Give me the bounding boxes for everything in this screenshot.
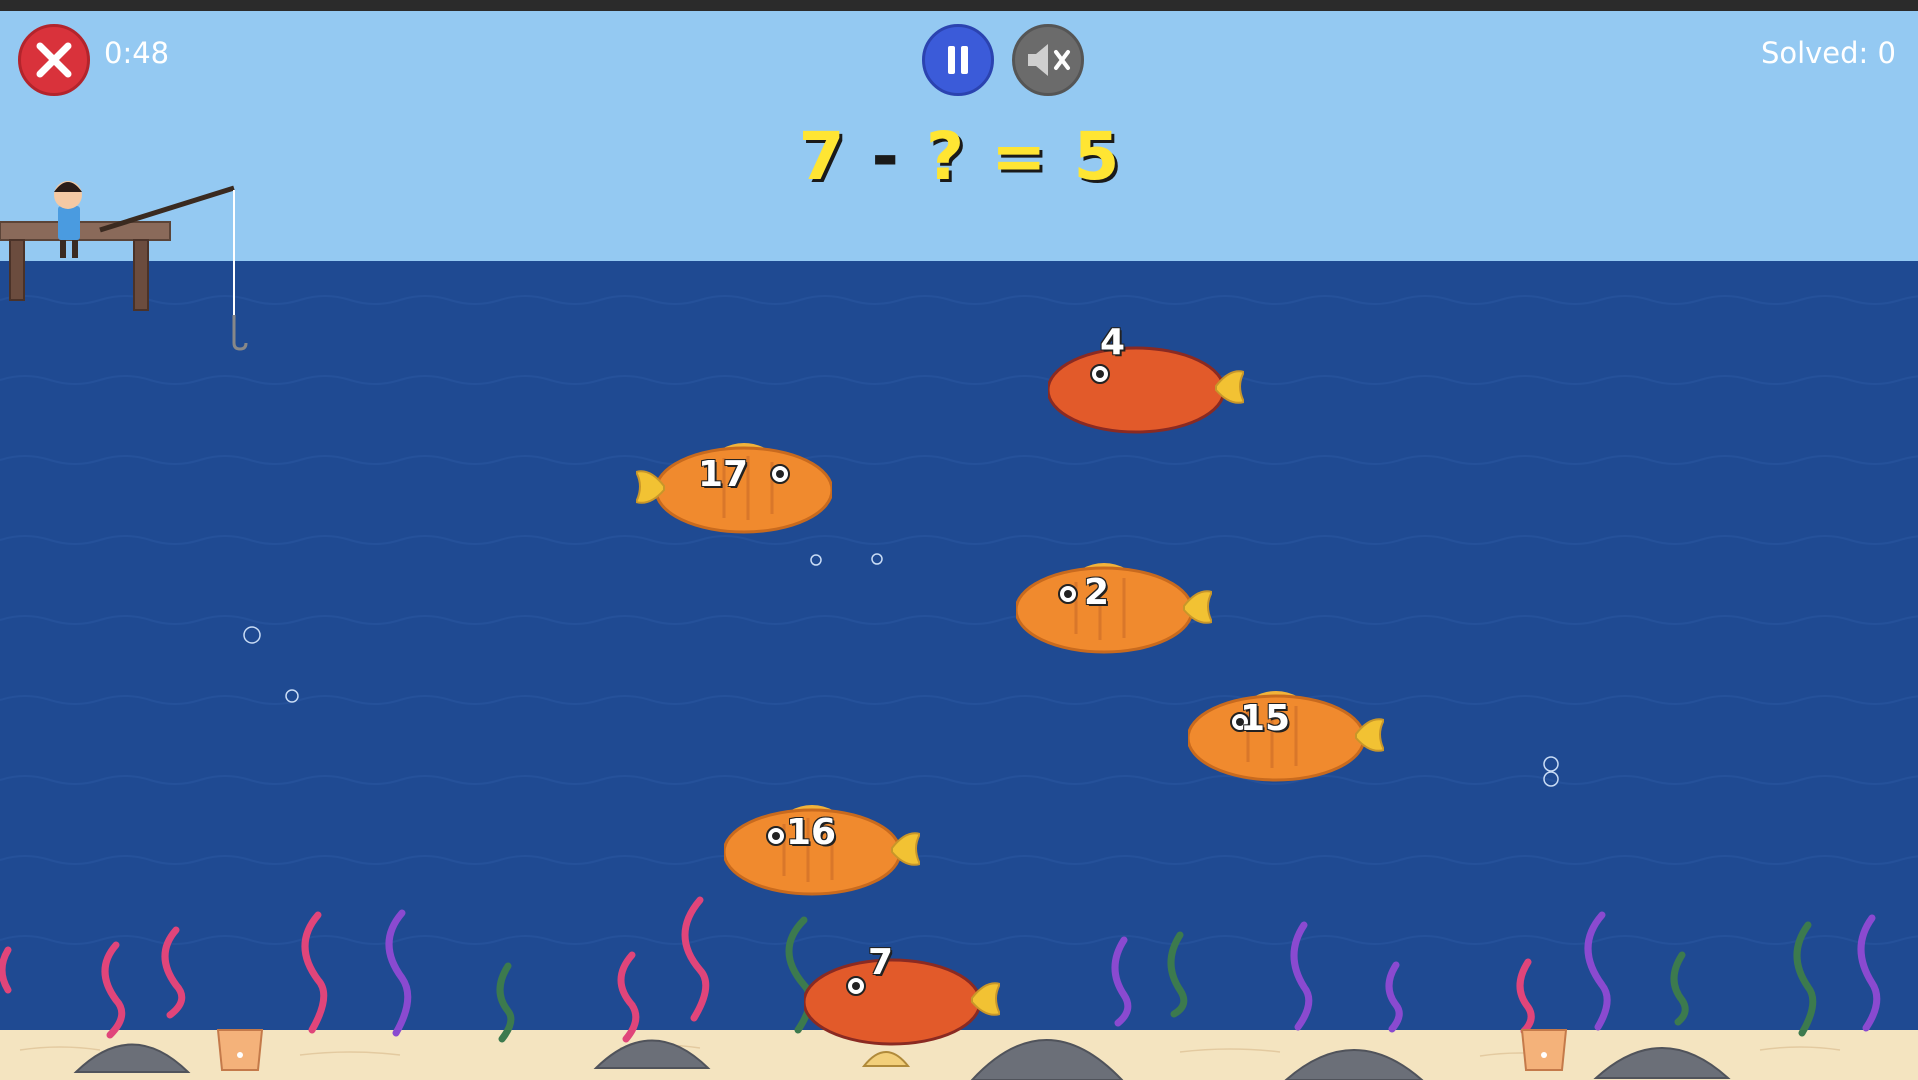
close-icon <box>36 42 72 78</box>
fish-number-label: 4 <box>1100 322 1126 363</box>
wave-pattern <box>0 295 1918 945</box>
fish-2[interactable]: 2 <box>1016 550 1212 660</box>
timer: 0:48 <box>104 36 170 70</box>
fish-4[interactable]: 4 <box>1048 322 1244 440</box>
fish-sprite <box>1048 346 1244 434</box>
equation-result: 5 <box>1073 118 1122 195</box>
equation: 7 - ? = 5 <box>760 118 1160 195</box>
fish-sprite <box>1016 563 1212 654</box>
fish-sprite <box>804 958 1000 1046</box>
mute-icon <box>1028 44 1070 76</box>
equation-unknown: ? <box>925 118 967 195</box>
solved-counter: Solved: 0 <box>1760 36 1896 70</box>
game-stage: 0:48 Solved: 0 7 - ? = 5 4 17 2 15 16 7 <box>0 0 1918 1080</box>
fish-7[interactable]: 7 <box>804 942 1000 1052</box>
fisher <box>54 181 248 351</box>
pause-button[interactable] <box>922 24 994 96</box>
fish-16[interactable]: 16 <box>724 792 920 902</box>
equation-equals: = <box>991 118 1049 195</box>
fish-number-label: 16 <box>786 812 837 853</box>
equation-operator: - <box>871 118 901 195</box>
fish-number-label: 7 <box>868 942 894 983</box>
fish-number-label: 17 <box>698 454 749 495</box>
fish-number-label: 15 <box>1240 698 1291 739</box>
close-button[interactable] <box>18 24 90 96</box>
equation-operand: 7 <box>798 118 847 195</box>
fish-15[interactable]: 15 <box>1188 678 1384 788</box>
mute-button[interactable] <box>1012 24 1084 96</box>
fish-17[interactable]: 17 <box>636 430 832 540</box>
pause-icon <box>948 46 968 74</box>
fish-number-label: 2 <box>1084 572 1110 613</box>
